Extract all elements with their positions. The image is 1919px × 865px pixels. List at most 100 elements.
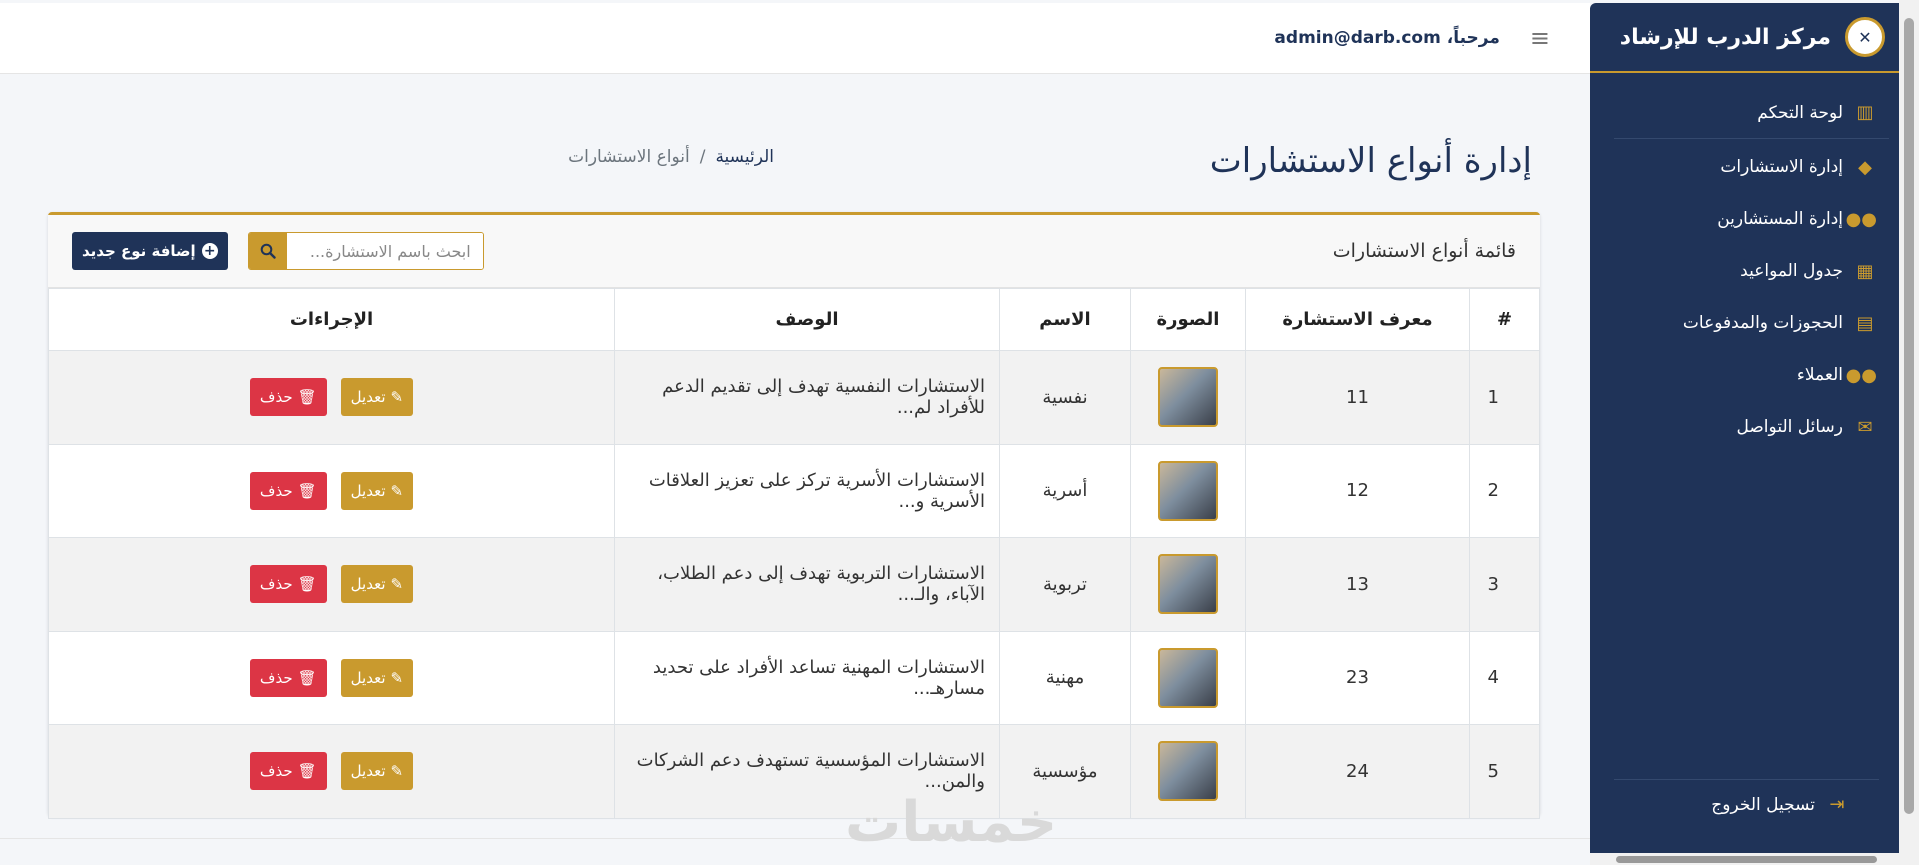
- sidebar-item-label: العملاء: [1796, 365, 1843, 385]
- table-row: 1 11 نفسية الاستشارات النفسية تهدف إلى ت…: [48, 350, 1540, 445]
- add-type-button[interactable]: + إضافة نوع جديد: [72, 232, 228, 270]
- scrollbar-thumb[interactable]: [1904, 18, 1914, 814]
- row-description: الاستشارات الأسرية تركز على تعزيز العلاق…: [614, 443, 1000, 538]
- row-actions: ✎ تعديل 🗑 حذف: [48, 724, 615, 819]
- welcome-text: مرحباً، admin@darb.com: [1274, 28, 1500, 48]
- row-actions: ✎ تعديل 🗑 حذف: [48, 443, 615, 538]
- sidebar-item-bookings[interactable]: ▤ الحجوزات والمدفوعات: [1590, 297, 1899, 349]
- edit-button[interactable]: ✎ تعديل: [340, 752, 414, 791]
- row-name: تربوية: [999, 537, 1131, 632]
- consultation-image: [1158, 554, 1218, 615]
- delete-button[interactable]: 🗑 حذف: [249, 752, 327, 791]
- card-title: قائمة أنواع الاستشارات: [1332, 240, 1516, 262]
- sidebar-item-clients[interactable]: ●● العملاء: [1590, 349, 1899, 401]
- page-scrollbar[interactable]: [1899, 0, 1919, 865]
- search-input[interactable]: [286, 233, 483, 269]
- delete-label: حذف: [259, 668, 293, 687]
- row-image-cell: [1130, 630, 1246, 725]
- consultation-image: [1158, 741, 1218, 802]
- edit-icon: ✎: [390, 481, 404, 500]
- scrollbar-thumb[interactable]: [1616, 856, 1877, 863]
- sidebar-nav: ▥ لوحة التحكم ◆ إدارة الاستشارات ●● إدار…: [1590, 73, 1899, 453]
- delete-label: حذف: [259, 481, 293, 500]
- sidebar-item-dashboard[interactable]: ▥ لوحة التحكم: [1614, 87, 1889, 139]
- sidebar-item-label: جدول المواعيد: [1740, 261, 1843, 281]
- table-row: 2 12 أسرية الاستشارات الأسرية تركز على ت…: [48, 443, 1540, 538]
- edit-button[interactable]: ✎ تعديل: [340, 471, 414, 510]
- edit-icon: ✎: [390, 388, 404, 407]
- row-name: أسرية: [999, 443, 1131, 538]
- header-num: #: [1469, 288, 1540, 351]
- sidebar: ✕ مركز الدرب للإرشاد ▥ لوحة التحكم ◆ إدا…: [1590, 3, 1899, 865]
- sidebar-item-consultants[interactable]: ●● إدارة المستشارين: [1590, 193, 1899, 245]
- trash-icon: 🗑: [297, 388, 317, 407]
- main-content: إدارة أنواع الاستشارات الرئيسية / أنواع …: [0, 75, 1590, 819]
- brand-logo-icon: ✕: [1845, 17, 1885, 57]
- header-description: الوصف: [614, 288, 1000, 351]
- sidebar-scrollbar[interactable]: [1590, 853, 1899, 865]
- table-row: 4 23 مهنية الاستشارات المهنية تساعد الأف…: [48, 630, 1540, 725]
- edit-button[interactable]: ✎ تعديل: [340, 378, 414, 417]
- edit-label: تعديل: [350, 481, 386, 500]
- add-type-label: إضافة نوع جديد: [82, 242, 196, 260]
- edit-label: تعديل: [350, 388, 386, 407]
- delete-button[interactable]: 🗑 حذف: [249, 378, 327, 417]
- brand-header: ✕ مركز الدرب للإرشاد: [1590, 3, 1899, 73]
- users-icon: ●●: [1845, 208, 1877, 230]
- consultation-types-card: قائمة أنواع الاستشارات + إضافة نوع جديد: [48, 212, 1540, 819]
- row-num: 3: [1469, 537, 1540, 632]
- trash-icon: 🗑: [297, 762, 317, 781]
- search-group: [247, 232, 484, 270]
- breadcrumb-separator: /: [699, 147, 706, 167]
- row-name: نفسية: [999, 350, 1131, 445]
- row-image-cell: [1130, 724, 1246, 819]
- sidebar-item-schedule[interactable]: ▦ جدول المواعيد: [1590, 245, 1899, 297]
- delete-button[interactable]: 🗑 حذف: [249, 658, 327, 697]
- menu-toggle-icon[interactable]: ≡: [1530, 24, 1550, 52]
- row-actions: ✎ تعديل 🗑 حذف: [48, 537, 615, 632]
- clipboard-icon: ▤: [1856, 312, 1874, 334]
- edit-button[interactable]: ✎ تعديل: [340, 565, 414, 604]
- row-num: 2: [1469, 443, 1540, 538]
- sidebar-item-label: رسائل التواصل: [1736, 417, 1844, 437]
- delete-button[interactable]: 🗑 حذف: [249, 565, 327, 604]
- tags-icon: ◆: [1858, 156, 1872, 178]
- delete-button[interactable]: 🗑 حذف: [249, 471, 327, 510]
- sign-out-icon: ⇥: [1829, 794, 1845, 815]
- card-tools: + إضافة نوع جديد: [72, 232, 484, 270]
- consultation-image: [1158, 367, 1218, 428]
- trash-icon: 🗑: [297, 668, 317, 687]
- brand-title: مركز الدرب للإرشاد: [1619, 24, 1831, 50]
- row-image-cell: [1130, 537, 1246, 632]
- edit-button[interactable]: ✎ تعديل: [340, 658, 414, 697]
- edit-label: تعديل: [350, 575, 386, 594]
- search-button[interactable]: [248, 233, 287, 269]
- edit-icon: ✎: [390, 575, 404, 594]
- delete-label: حذف: [259, 575, 293, 594]
- envelope-icon: ✉: [1857, 416, 1873, 438]
- row-description: الاستشارات المهنية تساعد الأفراد على تحد…: [614, 630, 1000, 725]
- row-num: 1: [1469, 350, 1540, 445]
- search-icon: [260, 243, 276, 259]
- breadcrumb-home-link[interactable]: الرئيسية: [715, 147, 774, 167]
- header-actions: الإجراءات: [48, 288, 615, 351]
- row-id: 11: [1245, 350, 1470, 445]
- delete-label: حذف: [259, 762, 293, 781]
- header-image: الصورة: [1130, 288, 1246, 351]
- header-id: معرف الاستشارة: [1245, 288, 1470, 351]
- delete-label: حذف: [259, 388, 293, 407]
- sidebar-item-label: الحجوزات والمدفوعات: [1682, 313, 1843, 333]
- breadcrumb: الرئيسية / أنواع الاستشارات: [568, 147, 774, 167]
- row-image-cell: [1130, 443, 1246, 538]
- sidebar-item-consultations[interactable]: ◆ إدارة الاستشارات: [1590, 141, 1899, 193]
- row-name: مهنية: [999, 630, 1131, 725]
- logout-button[interactable]: ⇥ تسجيل الخروج: [1614, 779, 1879, 815]
- trash-icon: 🗑: [297, 575, 317, 594]
- sidebar-item-messages[interactable]: ✉ رسائل التواصل: [1590, 401, 1899, 453]
- edit-label: تعديل: [350, 668, 386, 687]
- breadcrumb-current: أنواع الاستشارات: [568, 147, 690, 167]
- consultation-image: [1158, 647, 1218, 708]
- row-description: الاستشارات التربوية تهدف إلى دعم الطلاب،…: [614, 537, 1000, 632]
- footer-divider: [0, 838, 1590, 839]
- row-description: الاستشارات النفسية تهدف إلى تقديم الدعم …: [614, 350, 1000, 445]
